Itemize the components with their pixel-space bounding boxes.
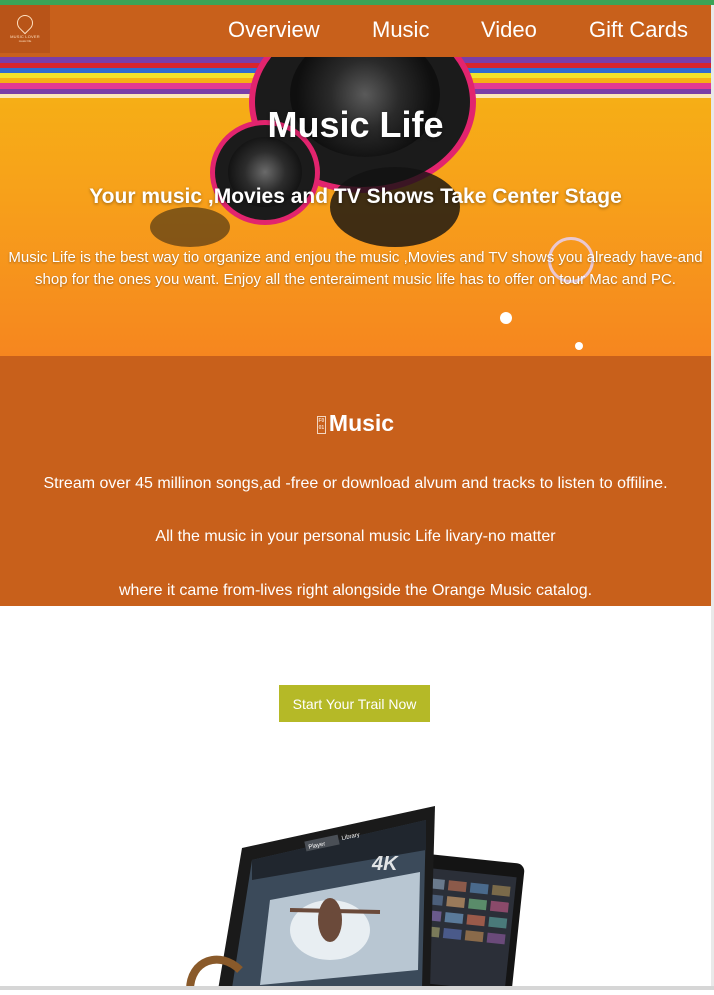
nav-item-overview[interactable]: Overview [228,17,320,43]
logo-subtext: music life [18,39,32,43]
nav-item-video[interactable]: Video [481,17,537,43]
music-heading: F0 01 Music [0,410,711,437]
hero-banner: Music Life Your music ,Movies and TV Sho… [0,57,711,356]
heart-logo-icon [13,11,37,35]
nav-item-music[interactable]: Music [372,17,429,43]
music-section: F0 01 Music Stream over 45 millinon songs… [0,356,711,606]
music-description-line-1: Stream over 45 millinon songs,ad -free o… [43,475,668,492]
hero-title: Music Life [267,104,444,145]
start-trial-button[interactable]: Start Your Trail Now [279,685,430,722]
site-logo[interactable]: MUSIC LOVER music life [0,5,50,53]
hero-description: Music Life is the best way tio organize … [8,249,703,288]
4k-badge: 4K [371,853,399,875]
music-description-line-2: All the music in your personal music Lif… [155,528,556,545]
music-icon: F0 01 [316,416,326,434]
horizontal-scrollbar[interactable] [0,986,714,990]
music-heading-text: Music [328,410,395,436]
hero-subtitle: Your music ,Movies and TV Shows Take Cen… [89,185,622,208]
music-description-line-3: where it came from-lives right alongside… [118,582,593,599]
nav-item-gift-cards[interactable]: Gift Cards [589,17,688,43]
navbar: MUSIC LOVER music life Overview Music Vi… [0,5,711,57]
devices-image: Player Library 4K [180,800,540,995]
devices-illustration: Player Library 4K [186,806,525,995]
